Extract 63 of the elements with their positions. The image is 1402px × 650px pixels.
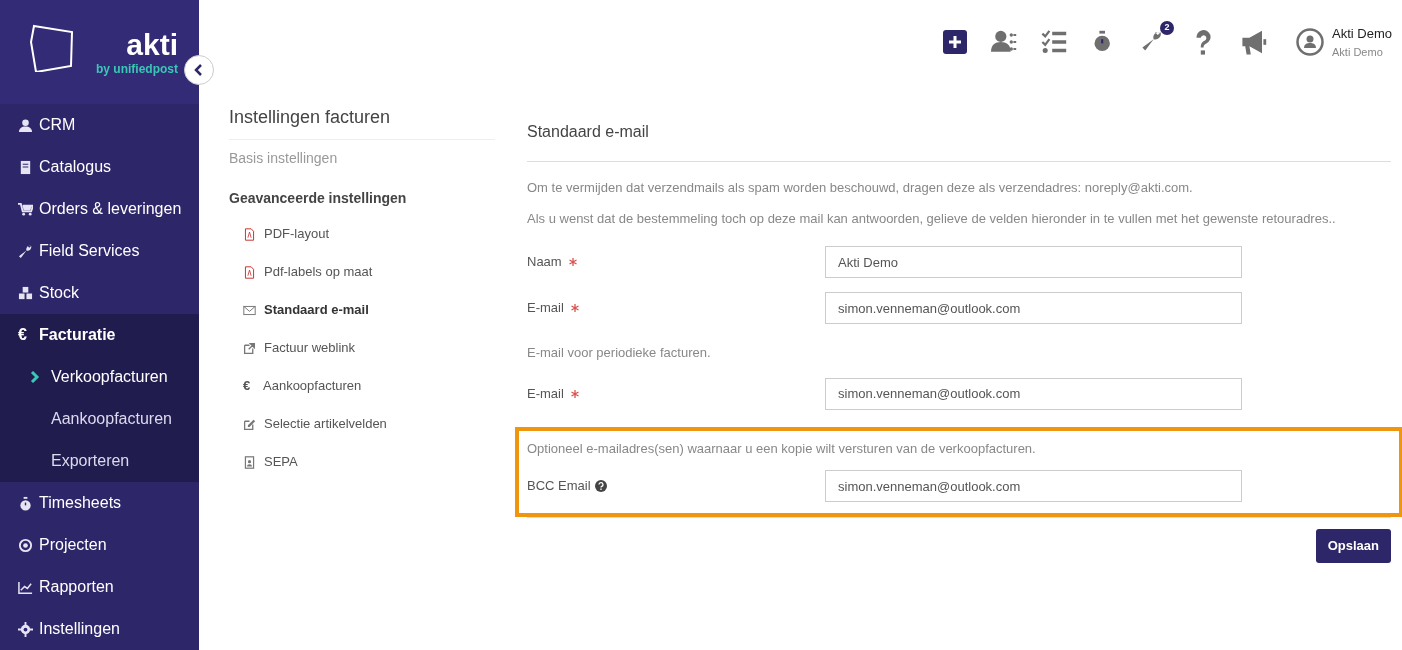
form-title: Standaard e-mail: [527, 104, 1391, 162]
sidebar-item[interactable]: Catalogus: [0, 146, 199, 188]
sidebar-item[interactable]: Stock: [0, 272, 199, 314]
field-label: E-mail: [527, 299, 564, 318]
user-name: Akti Demo: [1332, 25, 1392, 43]
avatar-icon[interactable]: [1296, 28, 1325, 56]
settings-link[interactable]: Geavanceerde instellingen: [229, 188, 495, 209]
field-label: BCC Email: [527, 477, 591, 496]
section-note: E-mail voor periodieke facturen.: [527, 344, 712, 362]
gear-icon: [18, 621, 33, 637]
envelope-icon: [243, 303, 256, 317]
add-button[interactable]: [943, 30, 968, 54]
settings-link[interactable]: Pdf-labels op maat: [229, 253, 495, 291]
settings-link[interactable]: PDF-layout: [229, 215, 495, 253]
sidebar-item[interactable]: CRM: [0, 104, 199, 146]
sidebar-item[interactable]: € Facturatie: [0, 314, 199, 356]
pdf-icon: [243, 265, 256, 279]
id-card-icon: [243, 455, 256, 469]
field-label: Naam: [527, 253, 562, 272]
sidebar-item[interactable]: Projecten: [0, 524, 199, 566]
field-label: E-mail: [527, 384, 564, 403]
settings-link[interactable]: Factuur weblink: [229, 329, 495, 367]
input-field[interactable]: simon.venneman@outlook.com: [825, 470, 1242, 502]
company-name: Akti Demo: [1332, 44, 1384, 60]
external-icon: [243, 341, 256, 355]
user-icon: [18, 117, 33, 133]
input-field[interactable]: simon.venneman@outlook.com: [825, 292, 1242, 324]
sidebar-subitem[interactable]: Exporteren: [0, 440, 199, 482]
sidebar-subitem[interactable]: Verkoopfacturen: [0, 356, 199, 398]
settings-link[interactable]: € Aankoopfacturen: [229, 367, 495, 405]
section-note: Optioneel e-mailadres(sen) waarnaar u een kopie wilt versturen van de verkoopfacturen.: [527, 439, 1037, 458]
euro-icon: €: [243, 376, 255, 396]
target-icon: [18, 537, 33, 553]
euro-icon: €: [18, 323, 33, 347]
plus-icon: [948, 35, 963, 49]
settings-link[interactable]: Standaard e-mail: [229, 291, 495, 329]
cubes-icon: [18, 285, 33, 301]
sidebar-subitem[interactable]: Aankoopfacturen: [0, 398, 199, 440]
cart-icon: [18, 201, 33, 217]
logo-text: akti: [126, 30, 178, 60]
sidebar-item[interactable]: Timesheets: [0, 482, 199, 524]
section-title: Instellingen facturen: [229, 104, 495, 140]
chevron-left-icon: [194, 64, 204, 76]
sidebar-item[interactable]: Field Services: [0, 230, 199, 272]
input-field[interactable]: simon.venneman@outlook.com: [825, 377, 1242, 410]
pencil-icon: [243, 417, 256, 431]
input-field[interactable]: Akti Demo: [825, 246, 1242, 278]
sidebar-item[interactable]: Orders & leveringen: [0, 188, 199, 230]
info-text: Als u wenst dat de bestemmeling toch op deze mail kan antwoorden, gelieve de velden hieronder in te vullen met het gewenste retouradres..: [527, 209, 1337, 228]
chart-icon: [18, 579, 33, 595]
book-icon: [18, 159, 33, 175]
pdf-icon: [243, 227, 256, 241]
sidebar-item[interactable]: Rapporten: [0, 566, 199, 608]
stopwatch-icon: [18, 495, 33, 511]
settings-link[interactable]: Selectie artikelvelden: [229, 405, 495, 443]
info-text: Om te vermijden dat verzendmails als spam worden beschouwd, dragen deze als verzendadres: noreply@akti.com.: [527, 179, 1194, 197]
help-icon[interactable]: [594, 480, 607, 492]
notification-badge: 2: [1160, 21, 1175, 35]
logo-icon: [30, 24, 76, 72]
sidebar-item[interactable]: Instellingen: [0, 608, 199, 650]
logo-tagline: by unifiedpost: [96, 61, 178, 78]
save-button[interactable]: Opslaan: [1315, 529, 1391, 563]
settings-link[interactable]: SEPA: [229, 443, 495, 481]
